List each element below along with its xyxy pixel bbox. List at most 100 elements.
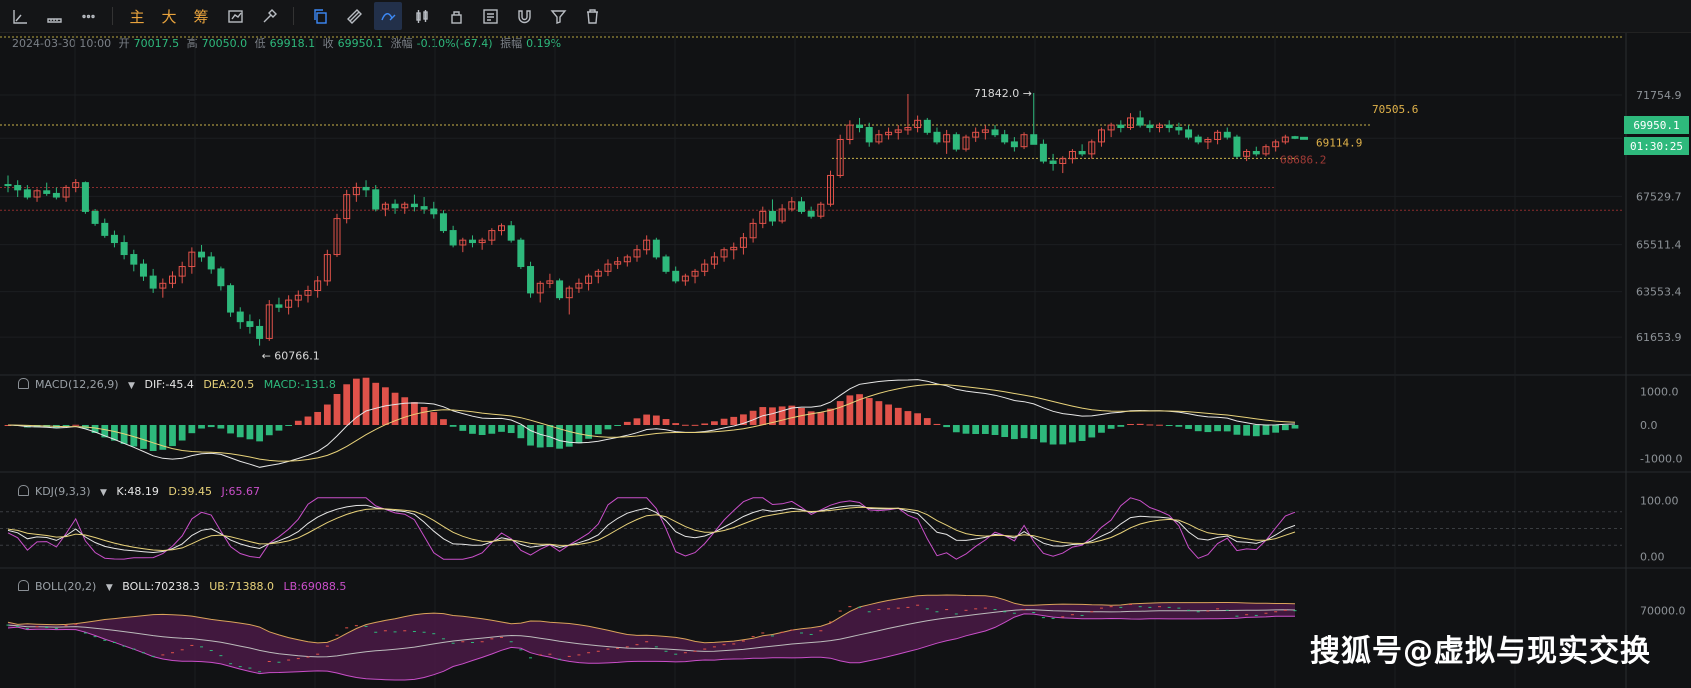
alert-bell-icon[interactable] [18, 485, 29, 496]
candle-body [391, 203, 399, 209]
candle-body [952, 134, 960, 150]
hline-mid-label: 69114.9 [1316, 136, 1362, 149]
candle-body [110, 234, 118, 244]
candle-body [275, 304, 283, 308]
macd-histogram-bar [1165, 425, 1173, 426]
macd-histogram-bar [885, 404, 892, 425]
kdj-legend: KDJ(9,3,3) ▼ K:48.19 D:39.45 J:65.67 [18, 485, 266, 498]
candle-body [556, 280, 564, 299]
macd-histogram-bar [1107, 425, 1115, 429]
macd-histogram-bar [972, 425, 980, 435]
macd-histogram-bar [817, 412, 825, 425]
macd-histogram-bar [1223, 425, 1231, 432]
last-candle-tail [1300, 136, 1308, 140]
macd-histogram-bar [1020, 425, 1028, 439]
candle-body [4, 184, 12, 187]
macd-histogram-bar [140, 425, 147, 449]
macd-histogram-bar [981, 425, 989, 434]
macd-histogram-bar [914, 413, 921, 425]
kdj-k: K:48.19 [116, 485, 159, 498]
candle-body [1165, 124, 1173, 129]
macd-histogram-bar [478, 425, 486, 435]
macd-histogram-bar [923, 418, 931, 425]
macd-histogram-bar [681, 424, 689, 426]
candle-body [430, 208, 438, 215]
candle-body [672, 270, 680, 282]
macd-histogram-bar [188, 425, 196, 434]
chevron-down-icon[interactable]: ▼ [106, 583, 113, 593]
candle-body [527, 266, 535, 294]
candle-body [449, 230, 457, 246]
high-marker-label: 71842.0 → [974, 87, 1032, 100]
candle-body [256, 325, 264, 339]
boll-name: BOLL(20,2) [35, 580, 97, 593]
candle-body [372, 189, 380, 210]
candle-body [236, 311, 244, 323]
macd-histogram-bar [449, 425, 457, 427]
boll-lb: LB:69088.5 [283, 580, 347, 593]
macd-histogram-bar [178, 425, 186, 441]
macd-histogram-bar [875, 401, 883, 425]
macd-histogram-bar [198, 425, 205, 429]
macd-legend: MACD(12,26,9) ▼ DIF:-45.4 DEA:20.5 MACD:… [18, 378, 342, 391]
macd-histogram-bar [1272, 425, 1280, 433]
candle-body [149, 275, 157, 289]
macd-histogram-bar [323, 404, 331, 425]
macd-histogram-bar [1136, 423, 1144, 425]
candle-body [1146, 124, 1154, 129]
candle-body [198, 251, 206, 258]
macd-histogram-bar [236, 425, 244, 438]
candle-body [362, 186, 370, 191]
kdj-j: J:65.67 [221, 485, 260, 498]
macd-histogram-bar [962, 425, 970, 434]
macd-histogram-bar [304, 416, 312, 425]
macd-histogram-bar [865, 398, 873, 425]
countdown-tag: 01:30:25 [1624, 137, 1689, 155]
macd-histogram-bar [643, 414, 651, 425]
chevron-down-icon[interactable]: ▼ [128, 381, 135, 391]
macd-histogram-bar [1040, 425, 1047, 443]
candle-body [1136, 117, 1144, 126]
macd-histogram-bar [943, 425, 951, 428]
macd-histogram-bar [730, 416, 738, 425]
macd-histogram-bar [1001, 425, 1009, 438]
macd-histogram-bar [1127, 423, 1134, 425]
boll-mid: BOLL:70238.3 [122, 580, 200, 593]
macd-histogram-bar [1281, 425, 1289, 431]
macd-histogram-bar [527, 425, 534, 446]
macd-histogram-bar [294, 420, 302, 425]
candle-body [1175, 127, 1183, 131]
macd-histogram-bar [565, 425, 573, 447]
macd-histogram-bar [1146, 424, 1154, 426]
candle-body [217, 268, 225, 287]
alert-bell-icon[interactable] [18, 378, 29, 389]
candle-body [52, 192, 60, 198]
macd-histogram-bar [1156, 424, 1163, 426]
alert-bell-icon[interactable] [18, 580, 29, 591]
macd-axis-label: 0.0 [1640, 419, 1658, 432]
candle-body [81, 182, 89, 212]
candle-body [865, 127, 873, 143]
macd-histogram-bar [1252, 425, 1260, 437]
macd-histogram-bar [536, 425, 544, 448]
macd-histogram-bar [1069, 425, 1076, 443]
macd-histogram-bar [498, 425, 505, 432]
price-axis-label: 63553.4 [1636, 286, 1682, 299]
macd-histogram-bar [372, 382, 380, 425]
kdj-j-line [7, 497, 1296, 560]
macd-histogram-bar [314, 411, 322, 425]
candle-body [856, 124, 864, 129]
candle-body [420, 206, 428, 210]
candle-body [1291, 136, 1299, 139]
candle-body [1030, 134, 1038, 145]
macd-histogram-bar [652, 415, 660, 425]
macd-histogram-bar [275, 425, 283, 431]
macd-histogram-bar [401, 397, 409, 425]
macd-histogram-bar [256, 425, 263, 442]
candle-body [439, 213, 447, 232]
chevron-down-icon[interactable]: ▼ [100, 488, 107, 498]
candle-body [1117, 124, 1125, 129]
hline-upper-label: 70505.6 [1372, 103, 1418, 116]
candle-body [991, 129, 999, 136]
candle-body [507, 225, 515, 241]
